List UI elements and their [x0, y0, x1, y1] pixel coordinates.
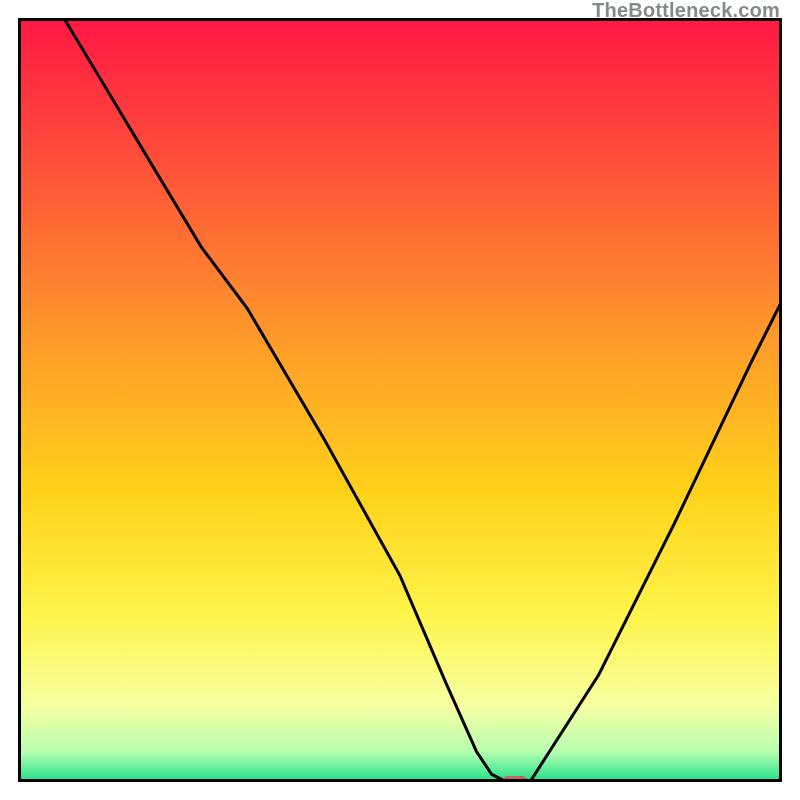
plot-area: [18, 18, 782, 782]
optimal-marker: [502, 776, 528, 782]
bottleneck-curve: [18, 18, 782, 782]
watermark: TheBottleneck.com: [592, 0, 780, 23]
